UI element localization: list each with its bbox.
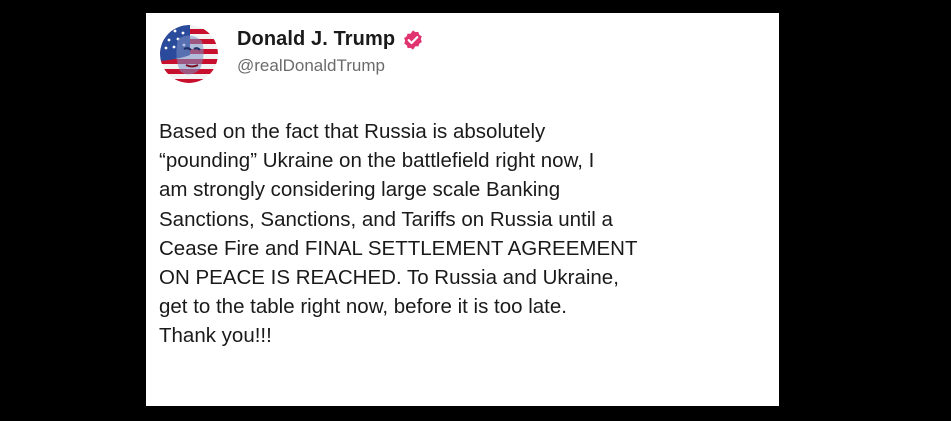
avatar[interactable]: [160, 25, 218, 83]
author-names: Donald J. Trump @realDonaldTrump: [237, 28, 424, 76]
american-flag-face-icon: [160, 25, 218, 83]
post-body-text: Based on the fact that Russia is absolut…: [159, 120, 638, 348]
verified-badge-icon: [402, 29, 424, 51]
post-card: Donald J. Trump @realDonaldTrump Based o…: [146, 13, 779, 406]
author-handle[interactable]: @realDonaldTrump: [237, 56, 424, 76]
name-row: Donald J. Trump: [237, 28, 424, 51]
author-display-name[interactable]: Donald J. Trump: [237, 28, 395, 51]
post-header: Donald J. Trump @realDonaldTrump: [160, 25, 424, 83]
